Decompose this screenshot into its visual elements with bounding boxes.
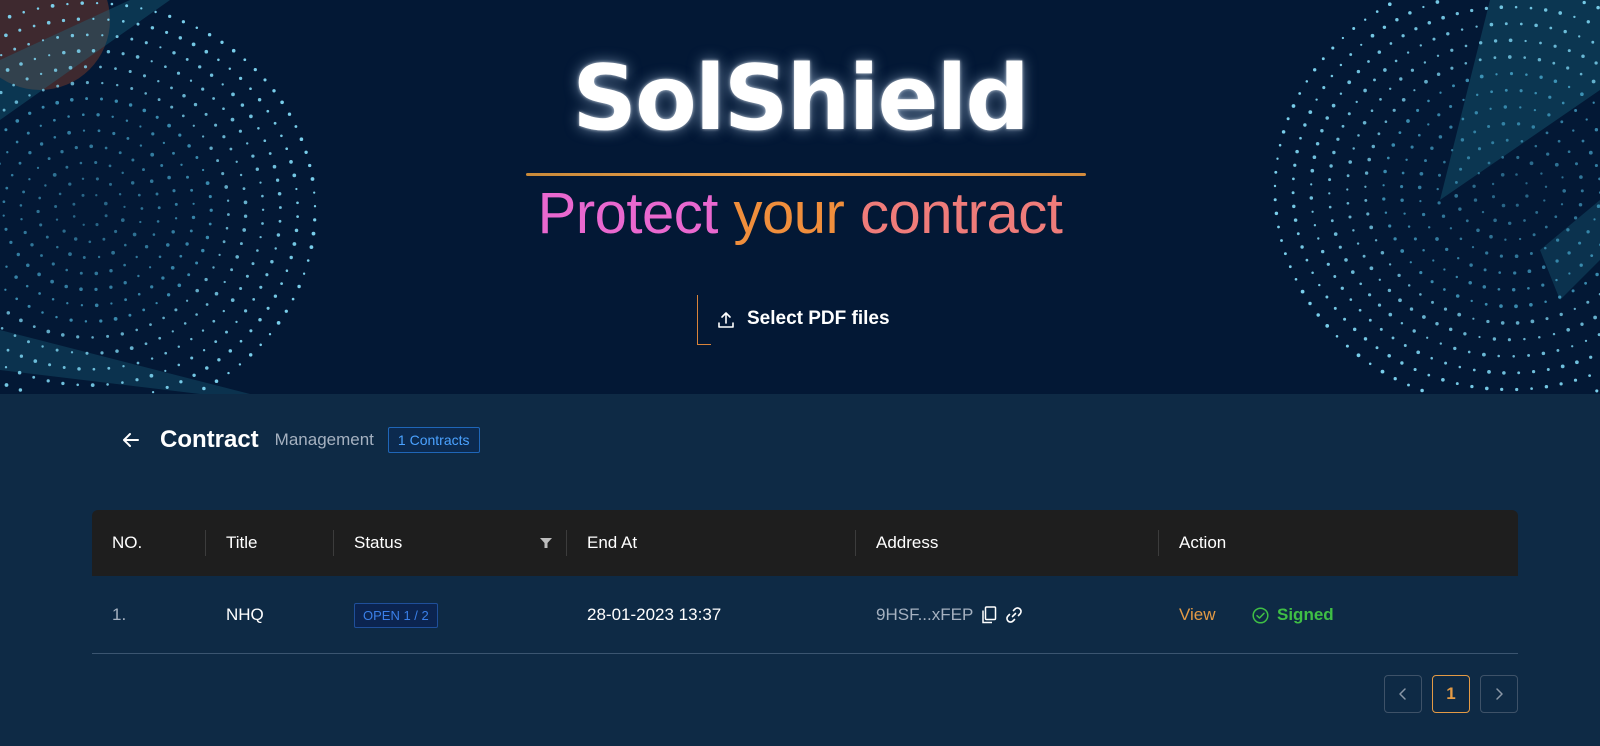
- column-header-end-at: End At: [587, 533, 638, 552]
- hero-tagline: Protect your contract: [0, 180, 1600, 247]
- status-badge: OPEN 1 / 2: [354, 602, 438, 628]
- select-pdf-files-button[interactable]: Select PDF files: [697, 295, 907, 345]
- column-header-address: Address: [876, 533, 939, 552]
- filter-icon[interactable]: [539, 535, 553, 554]
- view-contract-link[interactable]: View: [1179, 605, 1216, 625]
- row-address: 9HSF...xFEP: [876, 605, 974, 624]
- previous-page-button[interactable]: [1384, 675, 1422, 713]
- chevron-right-icon: [1496, 688, 1503, 700]
- tagline-word-protect: Protect: [537, 181, 719, 246]
- contracts-count-badge: 1 Contracts: [387, 427, 480, 453]
- back-button[interactable]: [118, 427, 144, 453]
- column-divider: [566, 530, 567, 556]
- brand-underline: [526, 173, 1086, 176]
- row-signed-cell: Signed: [1252, 576, 1334, 654]
- column-header-status: Status: [354, 533, 403, 552]
- page-title: Contract: [160, 426, 259, 453]
- tagline-word-your: your: [733, 181, 845, 246]
- brand-logo-text: SolShield: [572, 46, 1030, 151]
- page-subtitle: Management: [274, 430, 374, 449]
- tagline-word-contract: contract: [860, 181, 1063, 246]
- upload-button-bracket: [697, 295, 711, 345]
- column-header-title: Title: [226, 533, 258, 552]
- open-address-link-button[interactable]: [1005, 606, 1023, 624]
- page-1-button[interactable]: 1: [1432, 675, 1470, 713]
- row-end-at: 28-01-2023 13:37: [587, 605, 722, 624]
- copy-icon: [982, 606, 997, 624]
- column-header-action: Action: [1179, 533, 1227, 552]
- upload-button-label: Select PDF files: [747, 308, 890, 329]
- arrow-left-icon: [123, 433, 139, 447]
- table-row: 1. NHQ OPEN 1 / 2 28-01-2023 13:37 9HSF.…: [92, 576, 1518, 654]
- row-action-cell: View: [1179, 576, 1216, 654]
- page-header: Contract Management 1 Contracts: [118, 420, 480, 460]
- signed-status: Signed: [1252, 605, 1334, 625]
- chevron-left-icon: [1399, 688, 1406, 700]
- pagination: 1: [1384, 675, 1518, 713]
- column-divider: [855, 530, 856, 556]
- row-status-cell: OPEN 1 / 2: [354, 576, 438, 654]
- column-header-no: NO.: [112, 533, 143, 552]
- next-page-button[interactable]: [1480, 675, 1518, 713]
- column-divider: [1158, 530, 1159, 556]
- contracts-table: NO. Title Status End At Address Action 1…: [92, 510, 1518, 654]
- signed-label: Signed: [1277, 605, 1334, 624]
- check-circle-icon: [1252, 606, 1269, 624]
- link-icon: [1006, 607, 1023, 623]
- copy-address-button[interactable]: [981, 606, 997, 624]
- column-divider: [333, 530, 334, 556]
- row-number: 1.: [112, 605, 127, 624]
- row-title: NHQ: [226, 605, 264, 624]
- table-header-row: NO. Title Status End At Address Action: [92, 510, 1518, 576]
- hero-banner: SolShield Protect your contract Select P…: [0, 0, 1600, 394]
- row-address-cell: 9HSF...xFEP: [876, 576, 1023, 654]
- upload-icon: [717, 311, 735, 333]
- column-divider: [205, 530, 206, 556]
